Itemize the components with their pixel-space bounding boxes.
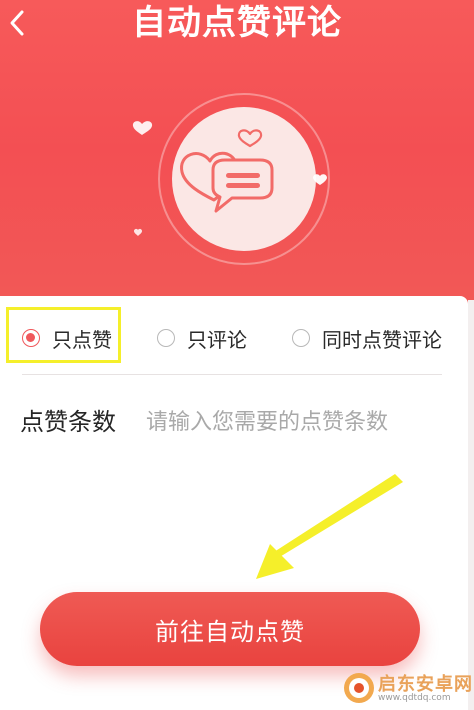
radio-comment-only-label: 只评论 <box>187 327 247 352</box>
radio-unchecked-icon <box>157 329 175 347</box>
divider <box>22 374 442 375</box>
page-title: 自动点赞评论 <box>132 3 342 43</box>
go-auto-like-label: 前往自动点赞 <box>155 617 305 646</box>
radio-like-and-comment-label: 同时点赞评论 <box>322 327 442 352</box>
go-auto-like-button[interactable]: 前往自动点赞 <box>40 592 420 666</box>
radio-like-and-comment[interactable]: 同时点赞评论 <box>292 322 442 354</box>
like-count-label: 点赞条数 <box>20 408 116 436</box>
panel-edge <box>468 300 474 710</box>
radio-unchecked-icon <box>292 329 310 347</box>
chat-hearts-icon <box>132 93 330 265</box>
radio-comment-only[interactable]: 只评论 <box>157 322 247 354</box>
like-count-input[interactable] <box>146 404 446 440</box>
highlight-annotation <box>6 307 121 363</box>
